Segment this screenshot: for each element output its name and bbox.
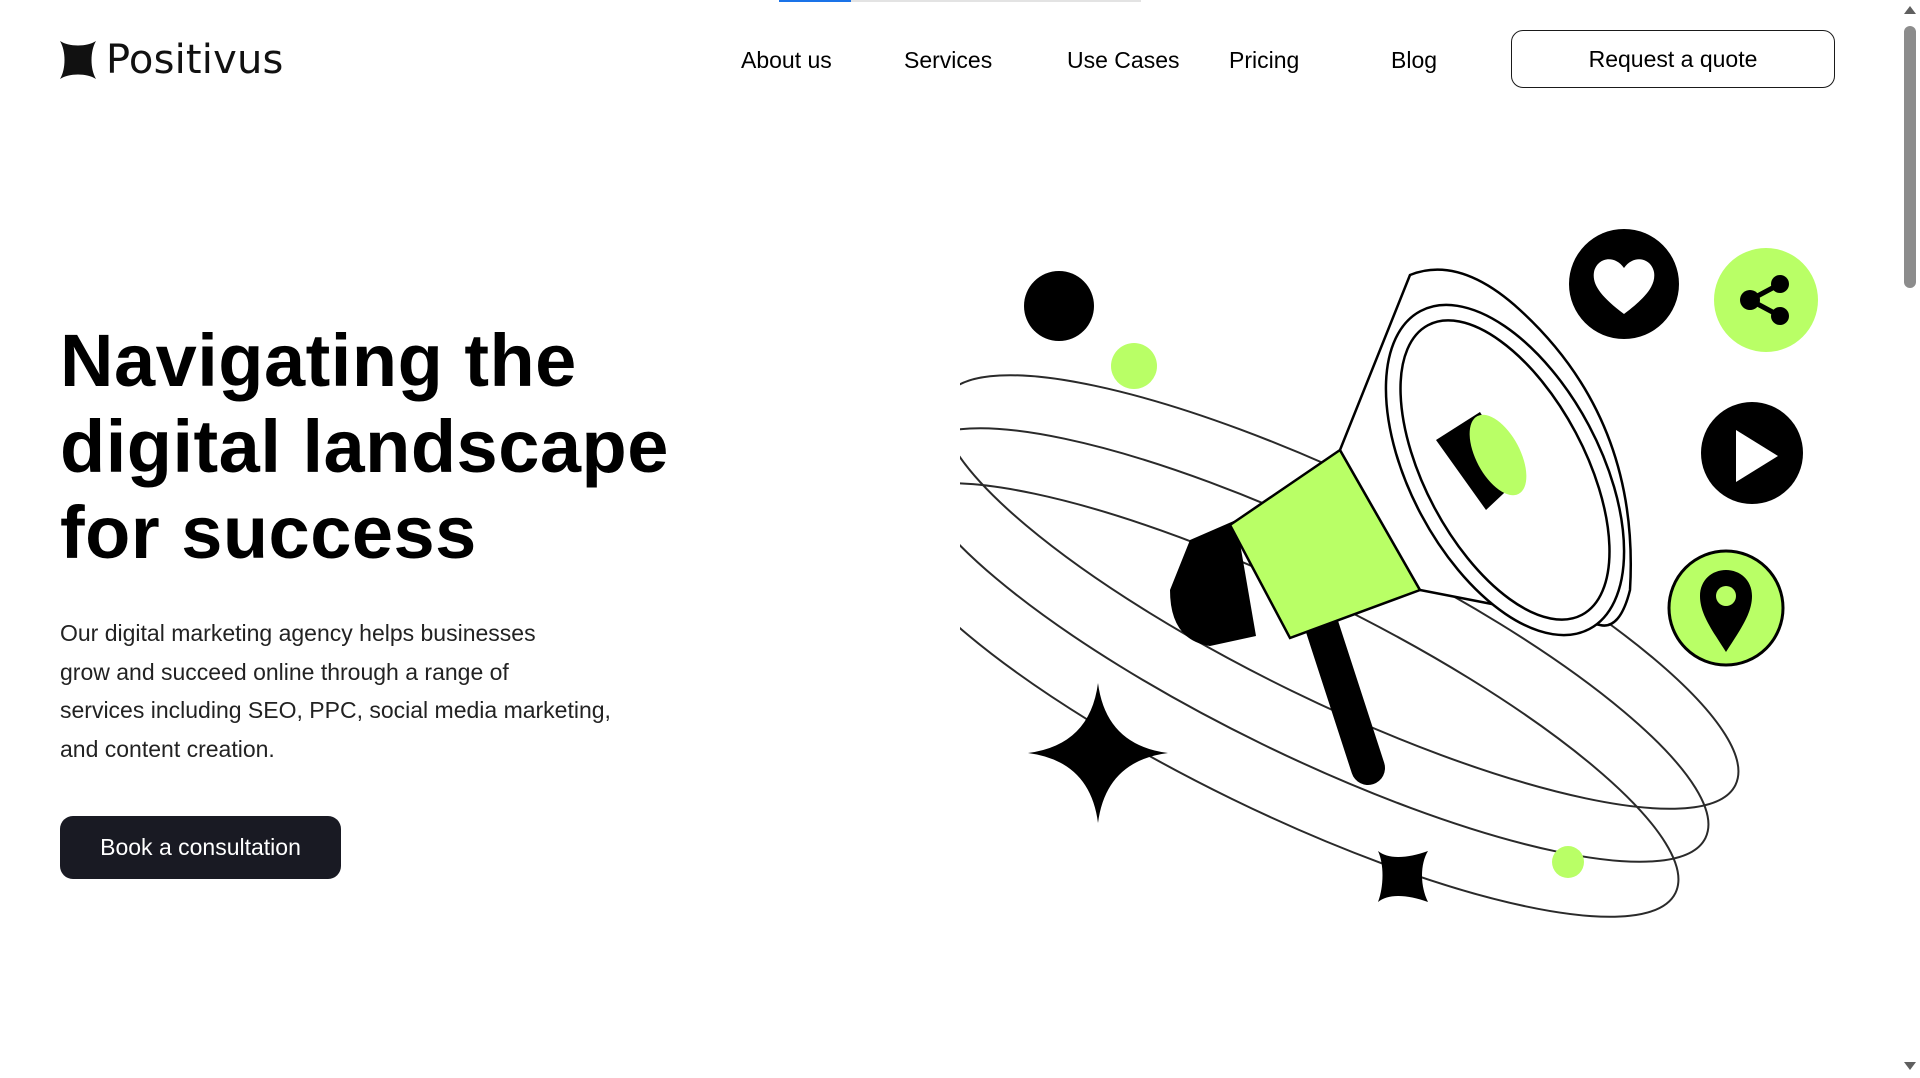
brand-name: Positivus: [106, 37, 284, 83]
hero-title-line: for success: [60, 491, 477, 574]
hero-description-line: and content creation.: [60, 735, 275, 762]
sparkle-star-icon: [1028, 683, 1168, 823]
location-pin-icon: [1667, 549, 1785, 667]
heart-icon: [1569, 229, 1679, 339]
small-star-icon: [1378, 851, 1428, 902]
hero-description-line: grow and succeed online through a range …: [60, 658, 509, 685]
reading-progress-fill: [779, 0, 851, 2]
nav-link-pricing[interactable]: Pricing: [1229, 44, 1299, 76]
request-quote-button[interactable]: Request a quote: [1511, 30, 1835, 88]
nav-link-use-cases[interactable]: Use Cases: [1067, 44, 1179, 76]
hero-title-line: digital landscape: [60, 405, 669, 488]
black-dot: [1024, 271, 1094, 341]
play-icon: [1701, 402, 1803, 504]
book-consultation-button[interactable]: Book a consultation: [60, 816, 341, 879]
landing-page: Positivus About us Services Use Cases Pr…: [0, 0, 1900, 1078]
hero-title: Navigating the digital landscape for suc…: [60, 318, 700, 576]
share-icon: [1714, 248, 1818, 352]
nav-link-blog[interactable]: Blog: [1391, 44, 1437, 76]
green-dot: [1111, 343, 1157, 389]
vertical-scrollbar[interactable]: [1900, 0, 1920, 1078]
hero-description-line: Our digital marketing agency helps busin…: [60, 620, 536, 646]
browser-viewport: Positivus About us Services Use Cases Pr…: [0, 0, 1920, 1078]
brand-logo[interactable]: Positivus: [60, 36, 284, 84]
hero-description: Our digital marketing agency helps busin…: [60, 614, 660, 768]
scrollbar-thumb[interactable]: [1904, 26, 1916, 288]
green-dot-small: [1552, 846, 1584, 878]
hero-illustration: [960, 210, 1820, 930]
megaphone-icon: [1170, 268, 1632, 785]
nav-link-about-us[interactable]: About us: [741, 44, 832, 76]
scroll-up-arrow-icon[interactable]: [1904, 6, 1916, 14]
hero-description-line: services including SEO, PPC, social medi…: [60, 697, 611, 723]
scroll-down-arrow-icon[interactable]: [1904, 1062, 1916, 1070]
nav-link-services[interactable]: Services: [904, 44, 992, 76]
hero-title-line: Navigating the: [60, 319, 577, 402]
four-point-star-logo-icon: [60, 41, 96, 79]
